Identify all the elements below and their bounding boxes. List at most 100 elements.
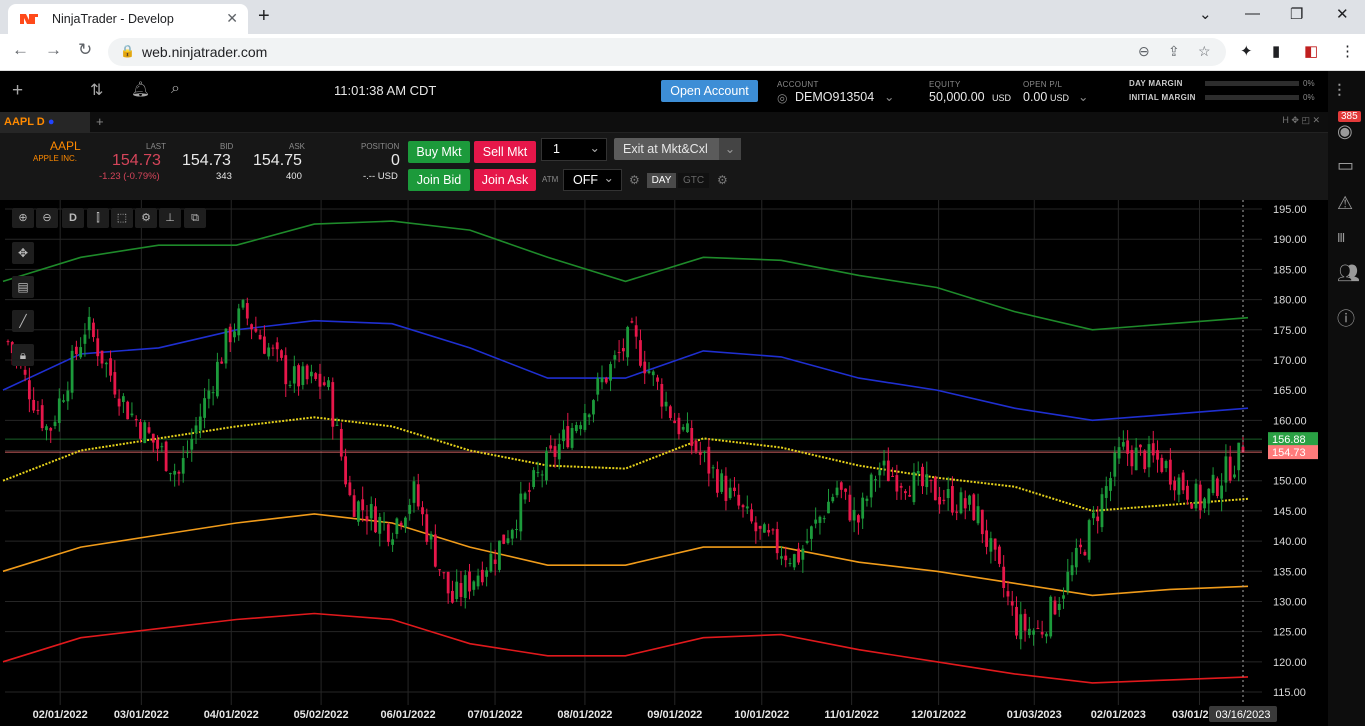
candle-body	[728, 487, 732, 499]
lock-draw-icon[interactable]: 🔒︎	[12, 344, 34, 366]
candle-body	[463, 575, 467, 599]
candle-body	[886, 460, 890, 482]
account-chevron-down-icon[interactable]: ⌄	[884, 89, 894, 104]
candle-body	[421, 507, 424, 515]
columns-icon[interactable]: Ⅲ	[1337, 231, 1345, 245]
last-label: LAST	[146, 142, 167, 151]
atm-select[interactable]: OFF ⌄	[563, 169, 622, 191]
tif-gear-icon[interactable]: ⚙	[717, 173, 728, 187]
account-value[interactable]: DEMO913504	[795, 90, 874, 104]
open-account-button[interactable]: Open Account	[661, 80, 758, 102]
transfer-arrows-icon[interactable]: ⇅	[90, 80, 103, 100]
back-icon[interactable]: ←	[12, 40, 29, 60]
bell-icon[interactable]: 🔔︎	[131, 80, 150, 98]
candle-body	[557, 444, 561, 460]
zoom-icon[interactable]: ⊖	[1138, 43, 1150, 60]
reload-icon[interactable]: ↻	[78, 40, 92, 60]
menu-kebab-icon[interactable]: ⋮	[1340, 42, 1355, 60]
band-blue-band	[2, 319, 1249, 422]
chart-tab-label: AAPL D	[4, 116, 45, 128]
bookmark-star-icon[interactable]: ☆	[1198, 43, 1211, 60]
ask-value[interactable]: 154.75	[253, 152, 302, 170]
close-window-icon[interactable]: ✕	[1336, 5, 1349, 23]
candle-body	[604, 377, 608, 383]
candle-body	[801, 548, 805, 560]
add-icon[interactable]: +	[12, 80, 23, 102]
templates-icon[interactable]: ⧉	[184, 208, 206, 228]
note-icon[interactable]: ▤	[12, 276, 34, 298]
quantity-input[interactable]: 1 ⌄	[541, 138, 607, 161]
share-icon[interactable]: ⇪	[1168, 43, 1180, 60]
indicators-icon[interactable]: ⊥	[159, 208, 181, 228]
restore-icon[interactable]: ❐	[1290, 5, 1303, 23]
crosshair-icon[interactable]: ✥	[12, 242, 34, 264]
extensions-icon[interactable]: ✦	[1240, 42, 1253, 60]
crosshair-date-label: 03/16/2023	[1215, 709, 1270, 721]
add-chart-tab-icon[interactable]: +	[96, 114, 104, 129]
warning-icon[interactable]: ⚠	[1337, 193, 1353, 214]
globe-icon[interactable]: ◉	[1337, 121, 1353, 142]
candle-body	[23, 369, 27, 375]
candle-body	[113, 372, 117, 395]
y-tick-label: 160.00	[1273, 415, 1307, 427]
candle-body	[566, 426, 570, 448]
minimize-icon[interactable]: —	[1245, 5, 1260, 22]
atm-chevron-down-icon[interactable]: ⌄	[604, 168, 614, 188]
candle-body	[600, 377, 604, 383]
exit-chevron-down-icon[interactable]: ⌄	[719, 138, 741, 160]
bid-value[interactable]: 154.73	[182, 152, 231, 170]
window-controls[interactable]: H ✥ ◰ ✕	[1282, 115, 1320, 126]
new-tab-icon[interactable]: +	[258, 5, 270, 28]
zoom-in-icon[interactable]: ⊕	[12, 208, 34, 228]
candle-body	[284, 355, 288, 385]
chevron-down-icon[interactable]: ⌄	[1199, 5, 1212, 23]
help-icon[interactable]: ⓘ	[1337, 305, 1355, 331]
quantity-chevron-down-icon[interactable]: ⌄	[590, 138, 600, 159]
chat-icon[interactable]: ▭	[1337, 155, 1354, 176]
candle-body	[254, 328, 258, 332]
openpl-chevron-down-icon[interactable]: ⌄	[1078, 89, 1088, 104]
candle-body	[656, 377, 659, 382]
tif-gtc-button[interactable]: GTC	[678, 173, 709, 188]
candle-body	[1092, 512, 1095, 519]
zoom-out-icon[interactable]: ⊖	[36, 208, 58, 228]
price-chart[interactable]: 195.00 190.00 185.00 180.00 175.00 170.00 165.…	[0, 200, 1328, 726]
select-region-icon[interactable]: ⬚	[111, 208, 133, 228]
candle-body	[502, 534, 506, 544]
candle-body	[1023, 613, 1027, 631]
sliders-icon[interactable]: ⫶	[1337, 81, 1342, 102]
close-tab-icon[interactable]: ✕	[226, 10, 238, 27]
lock-icon[interactable]: 🔒	[120, 44, 135, 58]
candle-body	[1147, 444, 1151, 468]
chart-settings-gear-icon[interactable]: ⚙	[135, 208, 157, 228]
candle-body	[305, 365, 309, 380]
forward-icon[interactable]: →	[45, 40, 62, 60]
search-icon[interactable]: ⌕	[171, 80, 180, 98]
candle-body	[617, 352, 621, 354]
line-draw-icon[interactable]: ╱	[12, 310, 34, 332]
candle-body	[130, 413, 134, 416]
candle-body	[1049, 596, 1053, 637]
side-panel-icon[interactable]: ▮	[1272, 42, 1280, 60]
join-ask-button[interactable]: Join Ask	[474, 169, 536, 191]
users-icon[interactable]: 👥︎	[1337, 263, 1360, 284]
exit-at-mkt-button[interactable]: Exit at Mkt&Cxl ⌄	[614, 138, 741, 160]
join-bid-button[interactable]: Join Bid	[408, 169, 470, 191]
browser-tab[interactable]: NinjaTrader - Develop ✕	[8, 4, 248, 34]
candle-body	[1211, 474, 1215, 493]
candles-icon[interactable]: ⫿	[87, 208, 109, 228]
interval-d-button[interactable]: D	[62, 208, 84, 228]
candle-body	[745, 506, 749, 509]
candle-body	[797, 548, 800, 563]
candle-body	[707, 446, 711, 474]
extension-n-icon[interactable]: ◧	[1304, 42, 1318, 60]
sell-mkt-button[interactable]: Sell Mkt	[474, 141, 536, 163]
buy-mkt-button[interactable]: Buy Mkt	[408, 141, 470, 163]
x-tick-label: 02/01/2023	[1091, 709, 1146, 721]
candle-body	[1164, 461, 1168, 469]
symbol[interactable]: AAPL	[50, 139, 81, 153]
atm-gear-icon[interactable]: ⚙	[629, 173, 640, 187]
tif-day-button[interactable]: DAY	[647, 173, 676, 188]
address-bar[interactable]: 🔒 web.ninjatrader.com ⊖ ⇪ ☆	[108, 38, 1226, 66]
chart-tab-aapl[interactable]: AAPL D ●	[0, 112, 90, 133]
